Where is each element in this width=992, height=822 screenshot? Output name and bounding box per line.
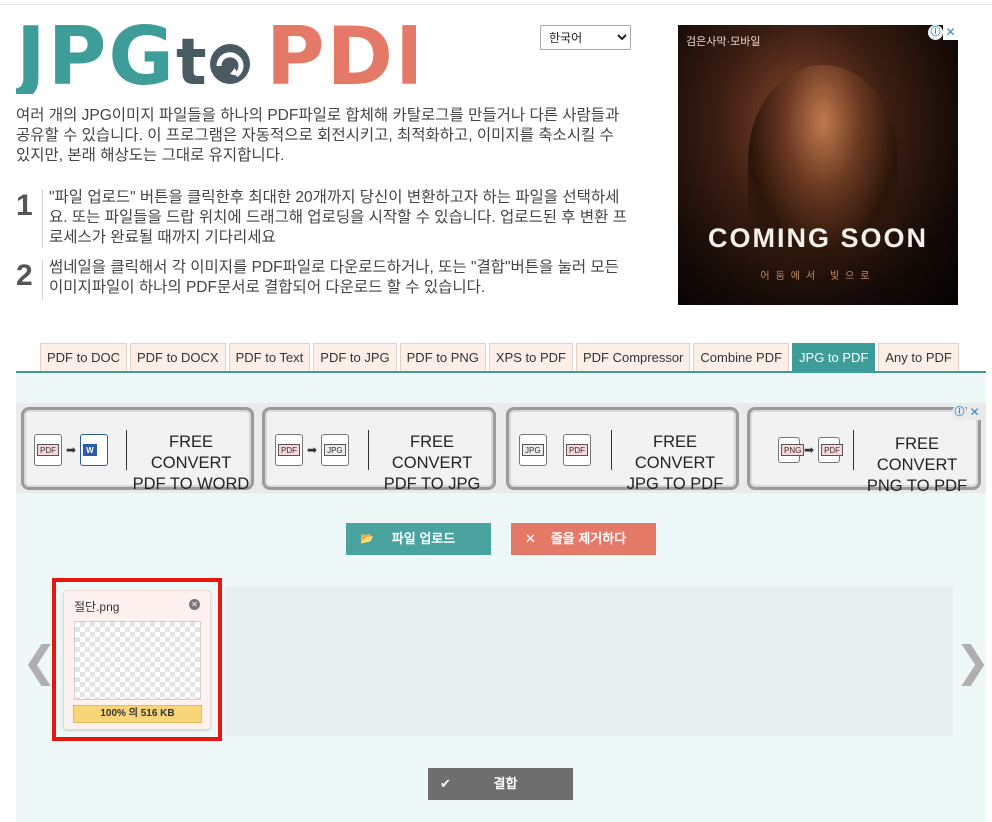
step-text: 썸네일을 클릭해서 각 이미지를 PDF파일로 다운로드하거나, 또는 "결합"…: [49, 259, 619, 296]
ad-info-icon[interactable]: ⓘ: [928, 25, 943, 40]
upload-button-label: 파일 업로드: [391, 531, 456, 546]
combine-button[interactable]: ✔ 결합: [428, 768, 573, 800]
png-file-icon: PNG: [778, 437, 805, 463]
ad-close-icon[interactable]: ✕: [943, 25, 958, 40]
site-logo[interactable]: JPG t PDF: [16, 14, 416, 94]
tab-pdf-to-doc[interactable]: PDF to DOC: [40, 343, 127, 372]
remove-file-icon[interactable]: ✕: [189, 599, 200, 610]
pdf-file-icon: PDF: [563, 434, 591, 466]
logo-circle-arrow-icon: [210, 44, 250, 84]
uploaded-file-card[interactable]: 절단.png ✕ 100% 의 516 KB: [63, 590, 211, 730]
file-drop-area[interactable]: [225, 586, 953, 736]
arrow-right-icon: ➡: [804, 443, 815, 457]
logo-jpg-text: JPG: [16, 14, 176, 94]
arrow-right-icon: ➡: [66, 443, 77, 457]
step-number: 1: [16, 189, 33, 222]
arrow-right-icon: ➡: [307, 443, 318, 457]
jpg-file-icon: JPG: [519, 434, 547, 466]
ad-close-icon[interactable]: ✕: [967, 405, 982, 420]
banner-card-label: FREE CONVERT PDF TO WORD: [132, 433, 250, 493]
tab-jpg-to-pdf[interactable]: JPG to PDF: [792, 343, 876, 372]
advertisement-top[interactable]: 검은사막·모바일 COMING SOON 어둠에서 빛으로 ⓘ ✕: [678, 25, 958, 305]
advertisement-banner: PDF ➡ W FREE CONVERT PDF TO WORD PDF ➡ JP…: [16, 403, 986, 495]
banner-card-label: FREE CONVERT PDF TO JPG: [383, 433, 481, 493]
tab-pdf-to-docx[interactable]: PDF to DOCX: [129, 343, 226, 372]
step-divider: [42, 260, 43, 300]
conversion-icons: PDF ➡ W: [34, 430, 109, 470]
jpg-file-icon: JPG: [321, 434, 350, 466]
banner-card-pdf-to-jpg[interactable]: PDF ➡ JPG FREE CONVERT PDF TO JPG: [262, 407, 496, 493]
pdf-file-icon: PDF: [34, 434, 62, 466]
tab-pdf-to-png[interactable]: PDF to PNG: [399, 343, 486, 372]
step-number: 2: [16, 259, 33, 292]
ad-info-icon[interactable]: ⓘ: [952, 405, 967, 420]
tab-any-to-pdf[interactable]: Any to PDF: [878, 343, 959, 372]
conversion-icons: JPG PDF: [519, 430, 591, 470]
pdf-file-icon: PDF: [275, 434, 303, 466]
tab-pdf-compressor[interactable]: PDF Compressor: [575, 343, 691, 372]
clear-button-label: 줄을 제거하다: [550, 531, 627, 546]
tab-xps-to-pdf[interactable]: XPS to PDF: [488, 343, 573, 372]
conversion-icons: PNG ➡ PDF: [778, 430, 844, 470]
upload-file-button[interactable]: 📂 파일 업로드: [346, 523, 491, 555]
banner-card-pdf-to-word[interactable]: PDF ➡ W FREE CONVERT PDF TO WORD: [21, 407, 254, 493]
banner-card-label: FREE CONVERT PNG TO PDF: [866, 435, 968, 495]
card-divider: [368, 430, 369, 470]
logo-to-t-text: t: [176, 26, 207, 94]
combine-button-label: 결합: [493, 776, 518, 791]
conversion-icons: PDF ➡ JPG: [275, 430, 350, 470]
top-divider: [0, 4, 992, 5]
logo-graphic: JPG t PDF: [16, 14, 416, 94]
word-file-icon: W: [80, 434, 109, 466]
ad-game-title: 검은사막·모바일: [686, 36, 761, 48]
tab-combine-pdf[interactable]: Combine PDF: [693, 343, 790, 372]
pdf-file-icon: PDF: [818, 437, 844, 463]
banner-card-png-to-pdf[interactable]: PNG ➡ PDF FREE CONVERT PNG TO PDF: [747, 407, 981, 495]
tab-pdf-to-jpg[interactable]: PDF to JPG: [313, 343, 397, 372]
ad-subline: 어둠에서 빛으로: [760, 271, 876, 282]
card-divider: [853, 430, 854, 470]
ad-controls: ⓘ ✕: [928, 25, 958, 40]
card-divider: [611, 430, 612, 470]
card-divider: [126, 430, 127, 470]
ad-headline: COMING SOON: [707, 223, 928, 253]
chevron-right-icon[interactable]: ❯: [955, 640, 990, 684]
clear-queue-button[interactable]: ✕ 줄을 제거하다: [511, 523, 656, 555]
step-divider: [42, 190, 43, 248]
file-progress-bar: 100% 의 516 KB: [73, 705, 202, 723]
intro-description: 여러 개의 JPG이미지 파일들을 하나의 PDF파일로 합체해 카탈로그를 만…: [16, 107, 620, 164]
step-text: "파일 업로드" 버튼을 클릭한후 최대한 20개까지 당신이 변환하고자 하는…: [49, 189, 627, 246]
banner-ad-controls: ⓘ ✕: [952, 405, 982, 420]
logo-pdf-text: PDF: [266, 14, 416, 94]
banner-card-jpg-to-pdf[interactable]: JPG PDF FREE CONVERT JPG TO PDF: [506, 407, 739, 493]
language-select[interactable]: 한국어: [540, 25, 631, 50]
tab-pdf-to-text[interactable]: PDF to Text: [228, 343, 311, 372]
converter-tabs: PDF to DOC PDF to DOCX PDF to Text PDF t…: [40, 343, 962, 372]
file-name: 절단.png: [74, 600, 120, 614]
banner-card-label: FREE CONVERT JPG TO PDF: [626, 433, 724, 493]
file-thumbnail[interactable]: [74, 621, 201, 700]
